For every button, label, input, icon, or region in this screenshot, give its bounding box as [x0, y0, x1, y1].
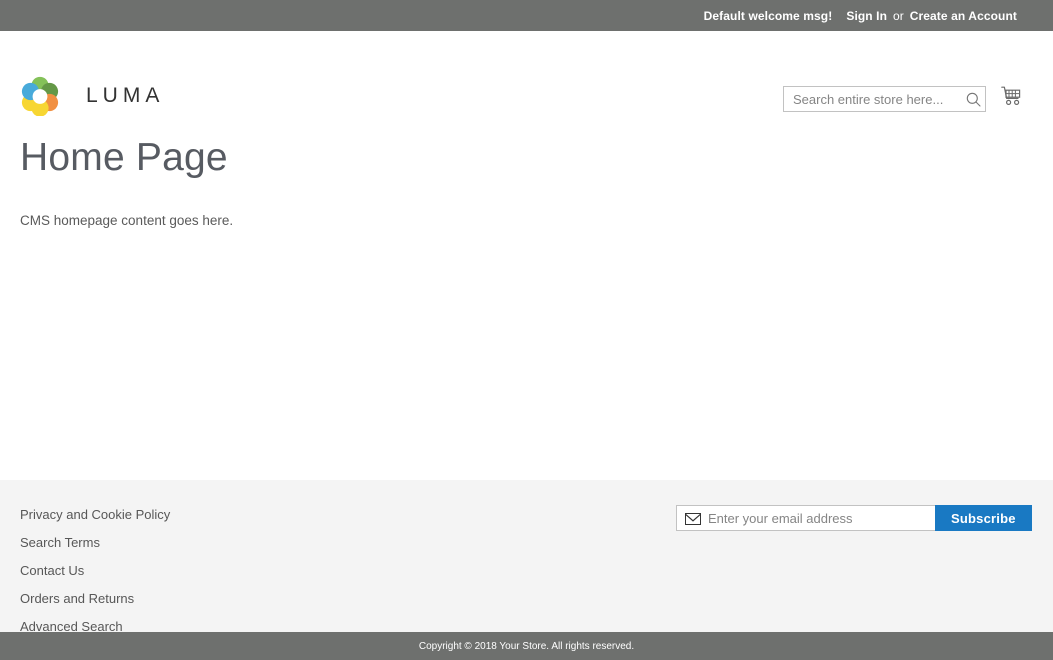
copyright-text: Copyright © 2018 Your Store. All rights …	[418, 640, 635, 652]
newsletter-email-input[interactable]	[677, 506, 935, 530]
footer-link-contact-us[interactable]: Contact Us	[20, 563, 84, 578]
newsletter-field-wrap	[676, 505, 935, 531]
minicart-button[interactable]	[999, 86, 1025, 112]
panel-separator: or	[893, 8, 904, 23]
logo-text: LUMA	[86, 84, 165, 107]
cms-text-before: CMS homepage content goes	[20, 212, 203, 228]
search-box	[783, 86, 986, 112]
search-icon[interactable]	[963, 89, 983, 109]
envelope-icon	[685, 512, 701, 525]
cms-text-after: .	[229, 212, 234, 228]
site-header: LUMA	[0, 31, 1053, 116]
luma-ring-logo-icon	[20, 76, 60, 116]
page-main: Home Page CMS homepage content goes here…	[0, 104, 1053, 424]
footer-links-list: Privacy and Cookie Policy Search Terms C…	[20, 506, 170, 646]
copyright-bar: Copyright © 2018 Your Store. All rights …	[0, 632, 1053, 660]
cms-inline-link[interactable]: here	[202, 213, 229, 228]
welcome-message: Default welcome msg!	[703, 8, 833, 23]
footer-link-privacy-and-cookie-policy[interactable]: Privacy and Cookie Policy	[20, 507, 170, 522]
top-panel: Default welcome msg! Sign In or Create a…	[0, 0, 1053, 31]
top-panel-inner: Default welcome msg! Sign In or Create a…	[0, 0, 1053, 31]
create-account-link[interactable]: Create an Account	[910, 9, 1017, 23]
footer-link-orders-and-returns[interactable]: Orders and Returns	[20, 591, 134, 606]
site-footer: Privacy and Cookie Policy Search Terms C…	[0, 480, 1053, 634]
list-item: Search Terms	[20, 534, 170, 552]
footer-link-search-terms[interactable]: Search Terms	[20, 535, 100, 550]
page-title: Home Page	[20, 136, 228, 179]
shopping-cart-icon	[1001, 86, 1023, 112]
list-item: Privacy and Cookie Policy	[20, 506, 170, 524]
logo-link[interactable]: LUMA	[20, 76, 164, 116]
list-item: Contact Us	[20, 562, 170, 580]
subscribe-button[interactable]: Subscribe	[935, 505, 1032, 531]
sign-in-link[interactable]: Sign In	[846, 9, 887, 23]
list-item: Orders and Returns	[20, 590, 170, 608]
cms-content: CMS homepage content goes here.	[20, 212, 1033, 231]
newsletter-form: Subscribe	[676, 505, 1032, 531]
search-input[interactable]	[783, 86, 986, 112]
